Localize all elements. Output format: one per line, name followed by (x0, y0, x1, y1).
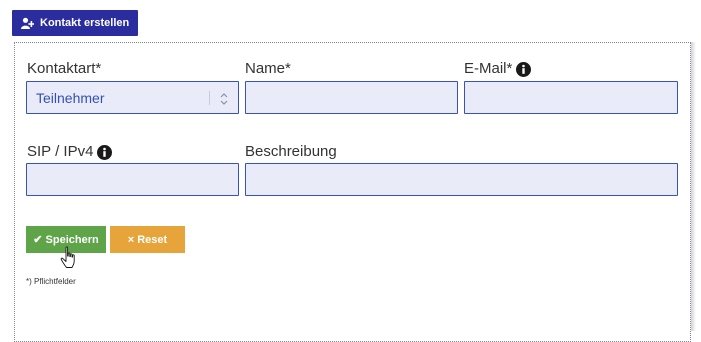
required-fields-note: *) Pflichtfelder (26, 277, 76, 286)
hand-cursor-icon (60, 246, 78, 270)
email-label: E-Mail* (464, 60, 532, 78)
description-input[interactable] (245, 163, 678, 196)
reset-label: Reset (137, 233, 168, 246)
save-label: Speichern (45, 233, 99, 246)
sip-label: SIP / IPv4 (27, 143, 113, 161)
contact-type-value: Teilnehmer (36, 89, 105, 106)
x-icon: × (127, 233, 135, 246)
contact-type-label: Kontaktart* (27, 60, 102, 77)
name-input[interactable] (245, 81, 458, 114)
contact-type-select[interactable]: Teilnehmer (26, 81, 239, 114)
add-user-icon (21, 17, 34, 30)
reset-button[interactable]: × Reset (110, 226, 185, 253)
create-contact-button[interactable]: Kontakt erstellen (12, 10, 138, 36)
sip-input[interactable] (26, 163, 239, 196)
select-separator (209, 91, 210, 105)
description-label: Beschreibung (245, 143, 337, 160)
check-icon: ✔ (33, 234, 43, 246)
panel-shadow (691, 42, 696, 331)
name-label: Name* (245, 60, 291, 77)
info-icon[interactable] (516, 61, 532, 77)
info-icon[interactable] (97, 144, 113, 160)
select-arrows-icon (220, 92, 228, 105)
create-contact-label: Kontakt erstellen (40, 17, 130, 29)
email-input[interactable] (464, 81, 678, 114)
